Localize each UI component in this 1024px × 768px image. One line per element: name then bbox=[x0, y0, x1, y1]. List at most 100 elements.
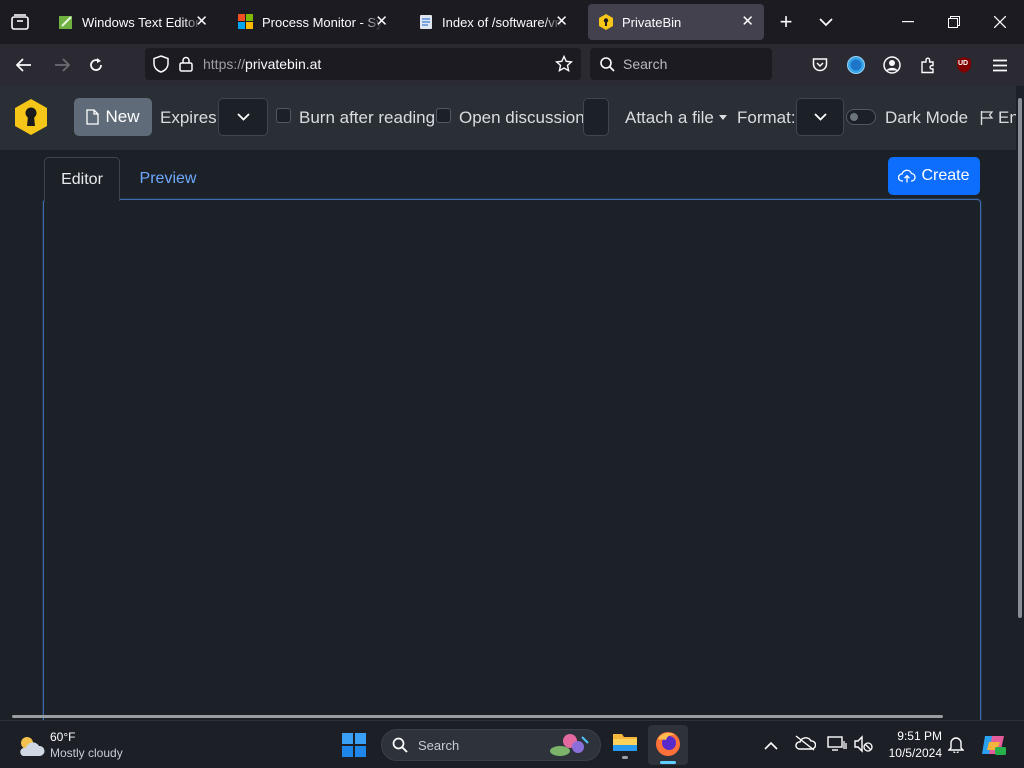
toggle-knob bbox=[850, 113, 858, 121]
firefox-taskbar-icon[interactable] bbox=[648, 725, 688, 765]
minimize-icon[interactable] bbox=[896, 10, 920, 34]
burn-after-reading-label: Burn after reading bbox=[299, 108, 436, 127]
tab-preview-label: Preview bbox=[139, 170, 197, 187]
ublock-icon[interactable]: UD bbox=[952, 53, 976, 77]
close-tab-icon[interactable]: ✕ bbox=[555, 14, 568, 30]
search-icon bbox=[392, 737, 408, 753]
privatebin-toolbar: New Expires: Burn after reading Open dis… bbox=[0, 86, 1016, 150]
account-icon[interactable] bbox=[880, 53, 904, 77]
attach-file-dropdown[interactable]: Attach a file bbox=[625, 108, 728, 128]
tab-title: Windows Text Editor Fo bbox=[82, 14, 202, 30]
notification-bell-icon[interactable] bbox=[947, 735, 966, 755]
browser-tabstrip: Windows Text Editor Fo ✕ Process Monitor… bbox=[0, 0, 1024, 44]
active-indicator bbox=[660, 761, 676, 764]
onedrive-offline-icon[interactable] bbox=[794, 735, 817, 755]
microsoft-icon bbox=[238, 14, 254, 30]
start-button[interactable] bbox=[342, 733, 368, 759]
create-button-label: Create bbox=[921, 167, 970, 184]
app-menu-icon[interactable] bbox=[988, 53, 1012, 77]
new-tab-icon[interactable]: + bbox=[774, 9, 798, 34]
caret-down-icon bbox=[718, 115, 727, 120]
forward-icon[interactable] bbox=[50, 53, 74, 77]
lock-icon[interactable] bbox=[179, 56, 193, 72]
tab-software-index[interactable]: Index of /software/vmw ✕ bbox=[408, 4, 578, 40]
url-domain: privatebin.at bbox=[245, 56, 322, 72]
weather-temp: 60°F bbox=[50, 730, 76, 744]
new-button-label: New bbox=[105, 107, 140, 126]
clock-date: 10/5/2024 bbox=[888, 746, 942, 760]
expires-select[interactable] bbox=[218, 98, 268, 136]
horizontal-scrollbar[interactable] bbox=[12, 715, 943, 718]
volume-muted-icon[interactable] bbox=[853, 735, 873, 755]
browser-navbar: https://privatebin.at Search UD bbox=[0, 44, 1024, 86]
language-selector[interactable]: Eng bbox=[980, 108, 1016, 128]
extensions-puzzle-icon[interactable] bbox=[916, 53, 940, 77]
reload-icon[interactable] bbox=[84, 53, 108, 77]
close-tab-icon[interactable]: ✕ bbox=[741, 14, 754, 30]
tab-text-editor[interactable]: Windows Text Editor Fo ✕ bbox=[48, 4, 218, 40]
page-scrollbar[interactable] bbox=[1016, 86, 1024, 718]
weather-cloud-icon bbox=[20, 737, 45, 756]
search-highlight-icon bbox=[550, 734, 589, 756]
file-explorer-icon[interactable] bbox=[612, 731, 638, 759]
language-label: Eng bbox=[998, 108, 1016, 127]
password-field[interactable] bbox=[583, 98, 609, 136]
clock[interactable]: 9:51 PM 10/5/2024 bbox=[872, 728, 942, 762]
back-icon[interactable] bbox=[12, 53, 36, 77]
privatebin-logo[interactable] bbox=[14, 99, 48, 140]
vpn-globe-icon[interactable] bbox=[844, 53, 868, 77]
expires-label: Expires: bbox=[160, 108, 222, 127]
windows-taskbar: 60°F Mostly cloudy Search 9:51 PM 10/5/2… bbox=[0, 720, 1024, 768]
open-discussion-label: Open discussion bbox=[459, 108, 585, 127]
paste-textarea[interactable] bbox=[43, 199, 981, 729]
clock-time: 9:51 PM bbox=[897, 729, 942, 743]
new-document-icon bbox=[86, 109, 100, 125]
cloud-upload-icon bbox=[898, 169, 917, 183]
search-bar[interactable]: Search bbox=[590, 48, 772, 80]
pocket-icon[interactable] bbox=[808, 53, 832, 77]
url-bar[interactable]: https://privatebin.at bbox=[145, 48, 581, 80]
open-discussion-checkbox[interactable] bbox=[436, 108, 451, 123]
create-button[interactable]: Create bbox=[888, 157, 980, 195]
windows-logo-icon bbox=[342, 733, 366, 757]
flag-icon bbox=[980, 111, 994, 125]
dark-mode-toggle[interactable] bbox=[846, 109, 876, 125]
document-icon bbox=[418, 14, 434, 30]
list-tabs-icon[interactable] bbox=[814, 10, 838, 34]
attach-file-label: Attach a file bbox=[625, 108, 714, 127]
format-select[interactable] bbox=[796, 98, 844, 136]
tab-title: PrivateBin bbox=[622, 14, 682, 30]
running-indicator bbox=[622, 756, 628, 759]
paste-editor-area: Editor Preview Create bbox=[0, 150, 1016, 729]
close-tab-icon[interactable]: ✕ bbox=[375, 14, 388, 30]
tab-privatebin[interactable]: PrivateBin ✕ bbox=[588, 4, 764, 40]
tab-title: Process Monitor - Sysin bbox=[262, 14, 382, 30]
close-tab-icon[interactable]: ✕ bbox=[195, 14, 208, 30]
burn-after-reading-checkbox[interactable] bbox=[276, 108, 291, 123]
scrollbar-thumb[interactable] bbox=[1018, 98, 1022, 618]
restore-icon[interactable] bbox=[942, 10, 966, 34]
new-paste-button[interactable]: New bbox=[74, 98, 152, 136]
bookmark-star-icon[interactable] bbox=[555, 55, 573, 73]
search-icon bbox=[600, 56, 615, 72]
format-label: Format: bbox=[737, 108, 796, 127]
weather-desc: Mostly cloudy bbox=[50, 746, 123, 760]
taskbar-search[interactable]: Search bbox=[381, 729, 601, 761]
firefox-view-icon[interactable] bbox=[8, 10, 32, 34]
chevron-down-icon bbox=[236, 113, 250, 121]
ublock-badge: UD bbox=[958, 60, 969, 67]
url-text: https://privatebin.at bbox=[203, 56, 321, 72]
tab-editor[interactable]: Editor bbox=[44, 157, 120, 201]
network-display-icon[interactable] bbox=[827, 735, 847, 755]
close-window-icon[interactable] bbox=[988, 10, 1012, 34]
tab-editor-label: Editor bbox=[61, 170, 103, 188]
weather-widget[interactable]: 60°F Mostly cloudy bbox=[16, 729, 166, 763]
dark-mode-label: Dark Mode bbox=[885, 108, 969, 127]
tab-preview[interactable]: Preview bbox=[126, 157, 210, 201]
tracking-protection-icon[interactable] bbox=[153, 55, 169, 73]
copilot-icon[interactable] bbox=[980, 732, 1006, 758]
tab-process-monitor[interactable]: Process Monitor - Sysin ✕ bbox=[228, 4, 398, 40]
chevron-down-icon bbox=[813, 113, 827, 121]
show-hidden-icons-button[interactable] bbox=[764, 737, 780, 753]
search-placeholder: Search bbox=[623, 56, 668, 72]
